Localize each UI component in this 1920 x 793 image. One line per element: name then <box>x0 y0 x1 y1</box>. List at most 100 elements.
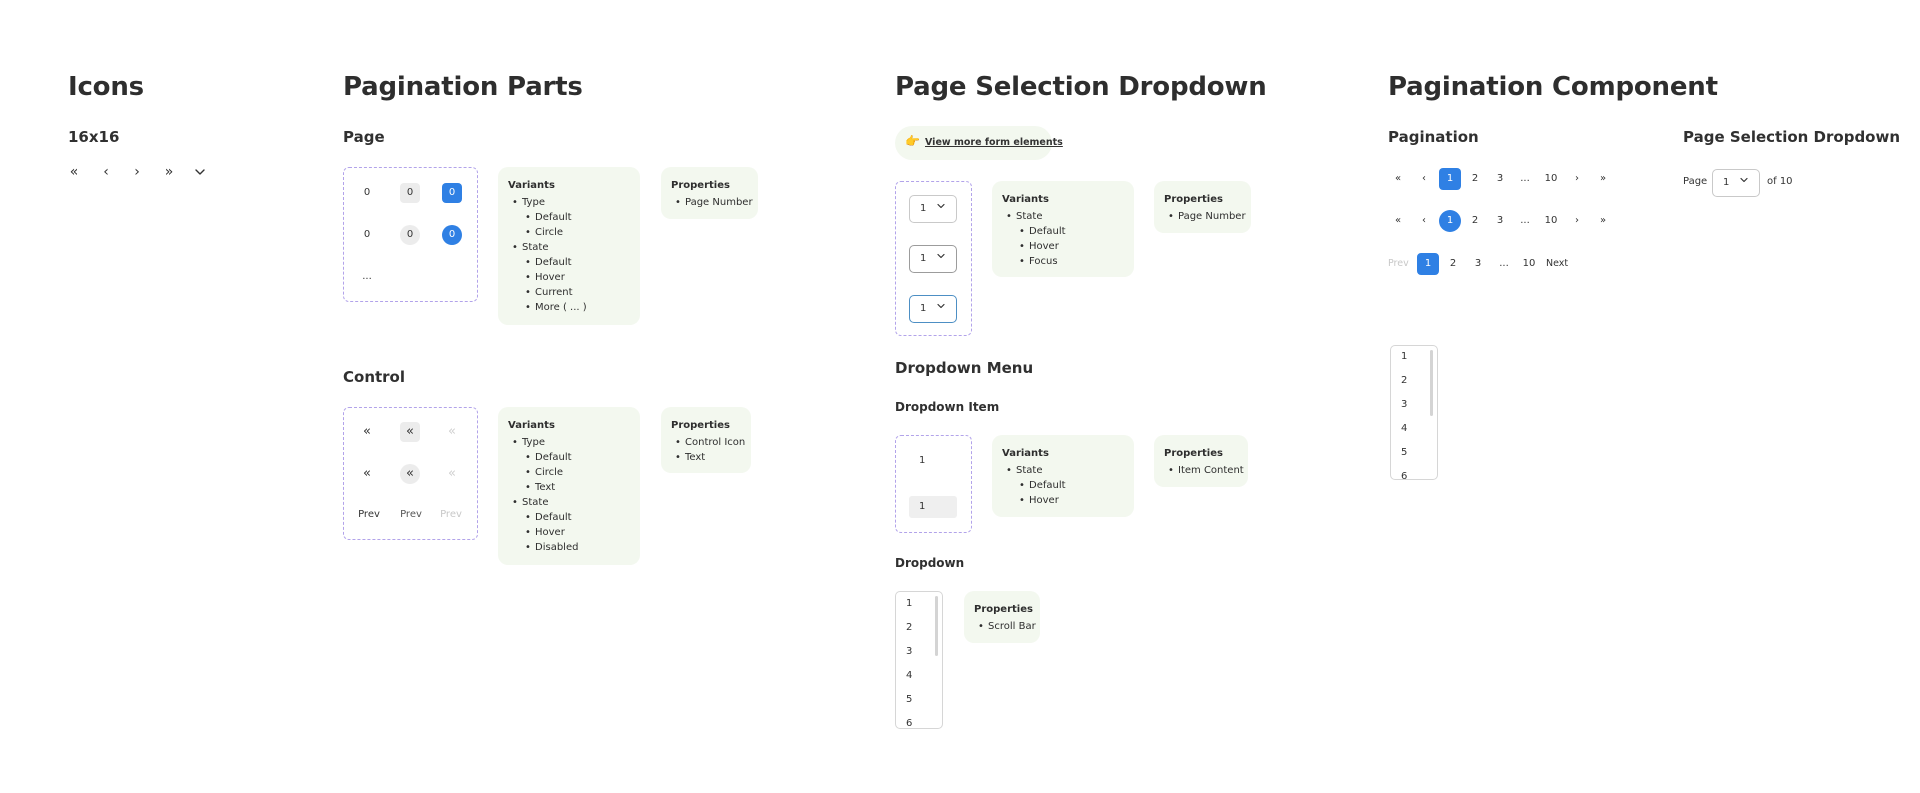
page-button[interactable]: 10 <box>1518 253 1540 275</box>
note-item: Hover <box>1019 493 1124 508</box>
page-button[interactable]: 2 <box>1442 253 1464 275</box>
note-title: Properties <box>1164 194 1223 205</box>
dropdown-properties-note: Properties Scroll Bar <box>964 591 1040 643</box>
note-item: State <box>1006 209 1124 224</box>
dropdown-list-item[interactable]: 6 <box>906 718 912 728</box>
scrollbar-thumb[interactable] <box>935 596 938 656</box>
prev-page-button[interactable]: ‹ <box>1413 210 1435 232</box>
next-page-button[interactable]: › <box>1566 168 1588 190</box>
dropdown-list-item[interactable]: 2 <box>906 622 912 633</box>
control-default[interactable]: « <box>357 422 377 442</box>
control-circle-disabled[interactable]: « <box>442 464 462 484</box>
last-page-button[interactable]: » <box>1592 210 1614 232</box>
page-button[interactable]: 2 <box>1464 168 1486 190</box>
control-text-hover[interactable]: Prev <box>396 505 426 525</box>
dropdown-item-default[interactable]: 1 <box>909 450 957 472</box>
prev-text-button[interactable]: Prev <box>1388 253 1409 275</box>
page-more: ... <box>1499 258 1509 269</box>
note-item: Page Number <box>1168 209 1246 224</box>
page-circle-current[interactable]: 0 <box>442 225 462 245</box>
page-button[interactable]: 3 <box>1489 210 1511 232</box>
note-item: Type <box>512 435 630 450</box>
dropdown-item-hover[interactable]: 1 <box>909 496 957 518</box>
page-dropdown-open-list[interactable]: 1 2 3 4 5 6 <box>1390 345 1438 480</box>
note-item: Page Number <box>675 195 753 210</box>
scrollbar-thumb[interactable] <box>1430 350 1433 416</box>
select-value: 1 <box>1723 177 1730 188</box>
page-more: ... <box>1520 215 1530 226</box>
note-item: Scroll Bar <box>978 619 1036 634</box>
page-circle-default[interactable]: 0 <box>357 225 377 245</box>
note-item: Default <box>525 450 630 465</box>
dropdown-list-item[interactable]: 5 <box>906 694 912 705</box>
page-button-current[interactable]: 1 <box>1417 253 1439 275</box>
page-select-hover[interactable]: 1 <box>909 245 957 273</box>
page-select-focus[interactable]: 1 <box>909 295 957 323</box>
page-variants-note: Variants Type Default Circle State Defau… <box>498 167 640 325</box>
view-more-link[interactable]: View more form elements <box>925 137 1063 148</box>
page-select[interactable]: 1 <box>1712 169 1760 197</box>
next-text-button[interactable]: Next <box>1546 253 1568 275</box>
double-chevron-left-icon: « <box>69 164 79 180</box>
note-title: Properties <box>671 180 730 191</box>
dropdown-list-item[interactable]: 6 <box>1401 471 1407 479</box>
note-item: Default <box>525 510 630 525</box>
control-section-title: Control <box>343 368 406 386</box>
dropdown-list-item[interactable]: 5 <box>1401 447 1407 458</box>
page-section-title: Page <box>343 128 385 146</box>
page-select-default[interactable]: 1 <box>909 195 957 223</box>
next-page-button[interactable]: › <box>1566 210 1588 232</box>
dropdown-list-item[interactable]: 4 <box>1401 423 1407 434</box>
note-item: Hover <box>525 525 630 540</box>
note-item: Type <box>512 195 630 210</box>
page-current[interactable]: 0 <box>442 183 462 203</box>
note-title: Variants <box>508 180 555 191</box>
dropdown-list-item[interactable]: 4 <box>906 670 912 681</box>
dropdown-list-item[interactable]: 1 <box>1401 351 1407 362</box>
dropdown-list[interactable]: 1 2 3 4 5 6 <box>895 591 943 729</box>
page-default[interactable]: 0 <box>357 183 377 203</box>
pagination-parts-title: Pagination Parts <box>343 72 583 102</box>
note-item: Disabled <box>525 540 630 555</box>
of-total-label: of 10 <box>1767 176 1793 187</box>
note-item: Control Icon <box>675 435 745 450</box>
control-circle-hover[interactable]: « <box>400 464 420 484</box>
note-item: More ( ... ) <box>525 300 630 315</box>
control-text-disabled[interactable]: Prev <box>436 505 466 525</box>
dropdown-item-properties-note: Properties Item Content <box>1154 435 1248 487</box>
control-properties-note: Properties Control Icon Text <box>661 407 751 473</box>
page-button[interactable]: 3 <box>1489 168 1511 190</box>
note-title: Variants <box>1002 194 1049 205</box>
page-button[interactable]: 10 <box>1540 168 1562 190</box>
page-button-current[interactable]: 1 <box>1439 168 1461 190</box>
control-circle-default[interactable]: « <box>357 464 377 484</box>
icons-size-label: 16x16 <box>68 128 120 146</box>
page-button[interactable]: 10 <box>1540 210 1562 232</box>
note-item: Default <box>1019 478 1124 493</box>
dropdown-list-item[interactable]: 1 <box>906 598 912 609</box>
note-item: Text <box>675 450 741 465</box>
dropdown-list-item[interactable]: 3 <box>1401 399 1407 410</box>
prev-page-button[interactable]: ‹ <box>1413 168 1435 190</box>
first-page-button[interactable]: « <box>1387 168 1409 190</box>
component-dropdown-title: Page Selection Dropdown <box>1683 128 1901 146</box>
view-more-link-chip[interactable]: 👉 View more form elements <box>895 126 1063 160</box>
dropdown-list-item[interactable]: 3 <box>906 646 912 657</box>
dropdown-menu-title: Dropdown Menu <box>895 359 1034 377</box>
control-disabled[interactable]: « <box>442 422 462 442</box>
last-page-button[interactable]: » <box>1592 168 1614 190</box>
page-hover[interactable]: 0 <box>400 183 420 203</box>
page-circle-hover[interactable]: 0 <box>400 225 420 245</box>
first-page-button[interactable]: « <box>1387 210 1409 232</box>
note-item: Circle <box>525 225 630 240</box>
control-hover[interactable]: « <box>400 422 420 442</box>
page-button[interactable]: 3 <box>1467 253 1489 275</box>
note-item: Circle <box>525 465 630 480</box>
page-more: ... <box>362 271 372 282</box>
control-variants-note: Variants Type Default Circle Text State … <box>498 407 640 565</box>
control-text-default[interactable]: Prev <box>354 505 384 525</box>
page-button[interactable]: 2 <box>1464 210 1486 232</box>
chevron-down-icon <box>195 169 205 175</box>
dropdown-list-item[interactable]: 2 <box>1401 375 1407 386</box>
page-button-current[interactable]: 1 <box>1439 210 1461 232</box>
